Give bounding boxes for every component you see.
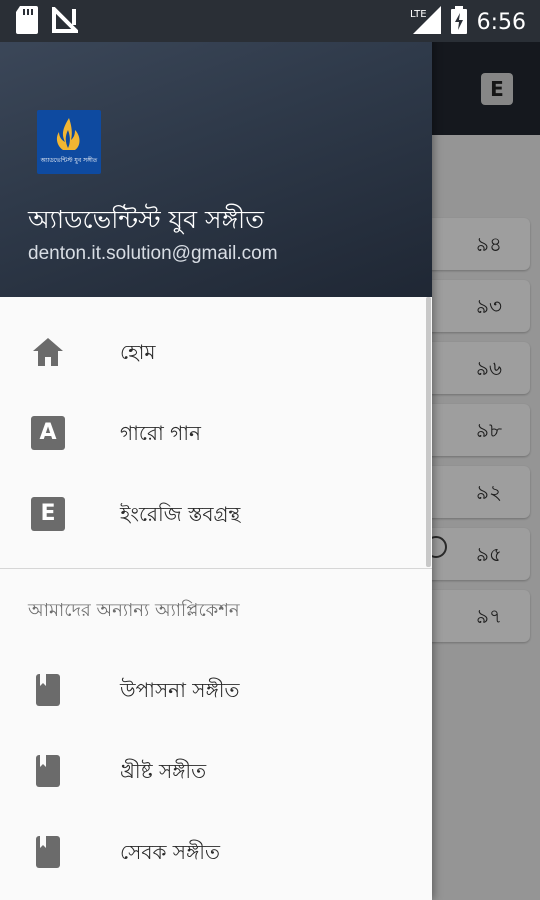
menu-item-english-hymnal[interactable]: E ইংরেজি স্তবগ্রন্থ: [0, 474, 432, 554]
navigation-drawer: অ্যাডভেন্টিস্ট যুব সঙ্গীত অ্যাডভেন্টিস্ট…: [0, 0, 432, 900]
app-logo: অ্যাডভেন্টিস্ট যুব সঙ্গীত: [37, 110, 101, 174]
menu-label: উপাসনা সঙ্গীত: [120, 678, 240, 702]
drawer-scrollbar[interactable]: [426, 297, 431, 567]
menu-label: খ্রীষ্ট সঙ্গীত: [120, 759, 207, 783]
menu-divider: [0, 568, 432, 569]
app-link-servant-songs[interactable]: সেবক সঙ্গীত: [0, 812, 432, 892]
home-icon: [30, 334, 66, 370]
menu-label: ইংরেজি স্তবগ্রন্থ: [120, 502, 241, 526]
menu-label: হোম: [120, 340, 156, 364]
account-email: denton.it.solution@gmail.com: [28, 243, 278, 264]
sd-card-icon: [16, 6, 38, 38]
logo-caption: অ্যাডভেন্টিস্ট যুব সঙ্গীত: [40, 157, 98, 164]
menu-label: সেবক সঙ্গীত: [120, 840, 221, 864]
book-icon: [30, 753, 66, 789]
letter-e-icon: E: [30, 496, 66, 532]
other-apps-header: আমাদের অন্যান্য অ্যাপ্লিকেশন: [28, 600, 240, 621]
no-signal-icon: [52, 4, 81, 37]
battery-icon: [450, 6, 467, 38]
book-icon: [30, 834, 66, 870]
menu-item-garo-songs[interactable]: A গারো গান: [0, 393, 432, 473]
menu-item-home[interactable]: হোম: [0, 312, 432, 392]
clock: 6:56: [476, 9, 526, 35]
book-icon: [30, 672, 66, 708]
status-bar: LTE 6:56: [0, 0, 540, 42]
menu-label: গারো গান: [120, 421, 201, 445]
drawer-header: অ্যাডভেন্টিস্ট যুব সঙ্গীত অ্যাডভেন্টিস্ট…: [0, 0, 432, 297]
letter-a-icon: A: [30, 415, 66, 451]
network-type: LTE: [409, 8, 427, 20]
app-link-worship-songs[interactable]: উপাসনা সঙ্গীত: [0, 650, 432, 730]
app-title: অ্যাডভেন্টিস্ট যুব সঙ্গীত: [28, 205, 264, 234]
app-link-christ-songs[interactable]: খ্রীষ্ট সঙ্গীত: [0, 731, 432, 811]
